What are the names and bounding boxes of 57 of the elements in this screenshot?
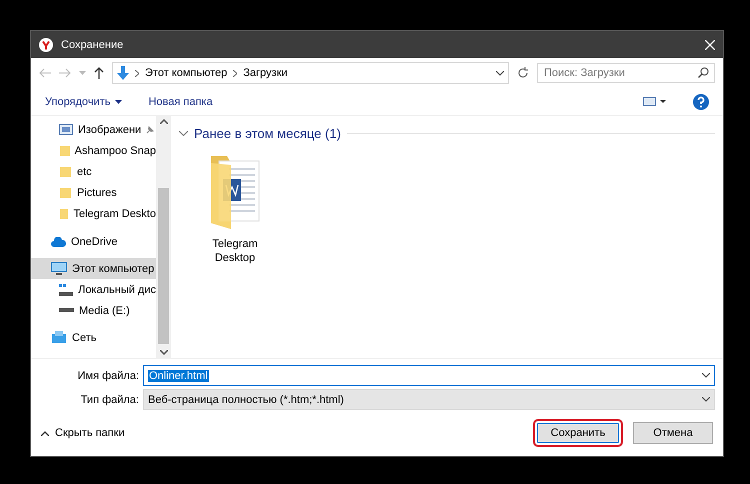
sidebar-item[interactable]: Ashampoo Snap bbox=[31, 140, 156, 161]
scroll-thumb[interactable] bbox=[158, 188, 169, 344]
file-name[interactable]: Telegram Desktop bbox=[197, 237, 273, 265]
refresh-icon[interactable] bbox=[517, 67, 529, 79]
pictures-icon bbox=[59, 124, 73, 135]
hide-folders-button[interactable]: Скрыть папки bbox=[41, 427, 125, 439]
sidebar-item[interactable]: Локальный дис bbox=[31, 279, 156, 300]
search-field[interactable]: Поиск: Загрузки bbox=[537, 63, 715, 83]
scroll-down-icon[interactable] bbox=[160, 350, 168, 355]
computer-icon bbox=[51, 262, 67, 275]
dropdown-icon[interactable] bbox=[702, 397, 710, 402]
browser-logo-icon bbox=[39, 38, 53, 52]
folder-icon bbox=[59, 144, 70, 156]
chevron-icon[interactable] bbox=[179, 131, 188, 136]
filetype-dropdown[interactable]: Веб-страница полностью (*.htm;*.html) bbox=[143, 389, 715, 410]
save-button[interactable]: Сохранить bbox=[533, 419, 623, 447]
dropdown-icon[interactable] bbox=[702, 373, 710, 378]
help-icon[interactable] bbox=[693, 94, 709, 110]
scrollbar[interactable] bbox=[156, 116, 171, 358]
sidebar-item[interactable]: Pictures bbox=[31, 182, 156, 203]
organize-menu[interactable]: Упорядочить bbox=[45, 96, 122, 108]
cancel-button[interactable]: Отмена bbox=[633, 422, 713, 444]
dropdown-icon[interactable] bbox=[496, 70, 504, 76]
sidebar-item[interactable]: Media (E:) bbox=[31, 300, 156, 321]
address-bar[interactable]: Этот компьютер Загрузки bbox=[112, 62, 509, 84]
sidebar-item[interactable]: Этот компьютер bbox=[31, 258, 156, 279]
cloud-icon bbox=[51, 236, 66, 246]
folder-icon bbox=[59, 166, 72, 178]
close-icon[interactable] bbox=[705, 40, 715, 50]
filetype-label: Тип файла: bbox=[80, 394, 139, 406]
view-icon[interactable] bbox=[643, 97, 667, 106]
filename-field[interactable]: Onliner.html bbox=[143, 365, 715, 386]
window-title: Сохранение bbox=[61, 38, 124, 50]
sidebar-item[interactable]: Изображени bbox=[31, 119, 156, 140]
drive-icon bbox=[59, 284, 74, 296]
filename-label: Имя файла: bbox=[76, 370, 139, 382]
drive-icon bbox=[59, 308, 74, 313]
chevron-icon bbox=[233, 70, 238, 76]
breadcrumb[interactable]: Этот компьютер bbox=[145, 67, 228, 79]
pin-icon[interactable] bbox=[146, 126, 154, 134]
sidebar-item[interactable]: Сеть bbox=[31, 327, 156, 348]
sidebar-item[interactable]: OneDrive bbox=[31, 231, 156, 252]
sidebar-item[interactable]: Telegram Deskto bbox=[31, 203, 156, 224]
up-arrow-icon[interactable] bbox=[94, 67, 104, 79]
scroll-up-icon[interactable] bbox=[160, 119, 168, 124]
download-icon bbox=[117, 66, 129, 80]
sidebar-item[interactable]: etc bbox=[31, 161, 156, 182]
folder-icon bbox=[59, 208, 68, 220]
new-folder-button[interactable]: Новая папка bbox=[148, 96, 213, 108]
breadcrumb[interactable]: Загрузки bbox=[243, 67, 288, 79]
caret-icon bbox=[115, 100, 122, 104]
folder-icon bbox=[59, 186, 72, 198]
group-title: Ранее в этом месяце (1) bbox=[194, 126, 341, 141]
chevron-icon bbox=[135, 70, 139, 76]
search-icon bbox=[698, 67, 709, 78]
network-icon bbox=[51, 331, 67, 344]
chevron-icon bbox=[41, 430, 49, 436]
